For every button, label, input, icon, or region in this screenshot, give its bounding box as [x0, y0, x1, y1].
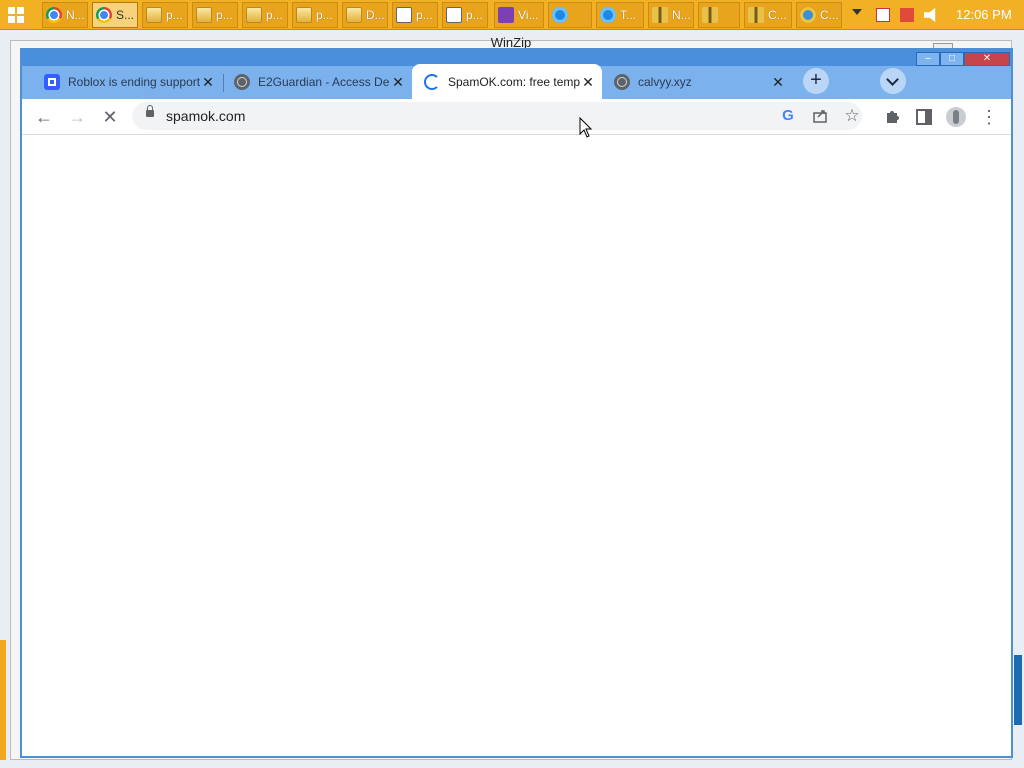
- window-icon: [396, 7, 412, 23]
- chrome-icon: [46, 7, 62, 23]
- loading-spinner-icon: [424, 73, 440, 90]
- close-tab-icon[interactable]: ✕: [770, 74, 786, 90]
- more-menu-icon[interactable]: ⋮: [977, 105, 1001, 129]
- control-panel-icon: [800, 7, 816, 23]
- zip-icon: [652, 7, 668, 23]
- folder-icon: [196, 7, 212, 23]
- taskbar-button[interactable]: C...: [744, 2, 792, 28]
- taskbar-button-label: p...: [166, 8, 183, 22]
- taskbar-button-label: C...: [768, 8, 787, 22]
- lock-icon[interactable]: [146, 105, 154, 117]
- taskbar-button[interactable]: N...: [648, 2, 694, 28]
- ie-icon: [552, 7, 568, 23]
- taskbar-button-label: S...: [116, 8, 135, 22]
- taskbar-button-label: p...: [216, 8, 233, 22]
- taskbar-button-label: N...: [672, 8, 691, 22]
- new-tab-button[interactable]: +: [803, 68, 829, 94]
- system-clock[interactable]: 12:06 PM: [956, 7, 1012, 22]
- url-text[interactable]: spamok.com: [166, 108, 245, 124]
- tab-strip: – □ ✕ Roblox is ending support ✕ E2Guard…: [22, 50, 1011, 99]
- google-lens-icon[interactable]: G: [780, 108, 796, 124]
- windows-start-icon[interactable]: [8, 7, 24, 23]
- tab-spamok[interactable]: SpamOK.com: free temporary ✕: [412, 64, 602, 99]
- forward-arrow-icon[interactable]: →: [65, 105, 89, 129]
- maximize-button[interactable]: □: [940, 52, 964, 66]
- close-tab-icon[interactable]: ✕: [200, 74, 216, 90]
- mouse-cursor-icon: [579, 117, 593, 138]
- tab-title: SpamOK.com: free temporary: [448, 74, 580, 89]
- tab-title: calvyy.xyz: [638, 74, 692, 89]
- background-desktop-strip: [0, 640, 6, 760]
- taskbar-button-label: Vi...: [518, 8, 539, 22]
- taskbar-button[interactable]: T...: [596, 2, 644, 28]
- taskbar-button-label: p...: [316, 8, 333, 22]
- close-window-button[interactable]: ✕: [964, 52, 1010, 66]
- taskbar-button[interactable]: p...: [242, 2, 288, 28]
- browser-toolbar: ← → ✕ spamok.com G ☆ ⋮: [22, 99, 1011, 135]
- globe-icon: [234, 73, 250, 90]
- taskbar-button[interactable]: p...: [442, 2, 488, 28]
- taskbar-button-label: D...: [366, 8, 385, 22]
- bookmark-star-icon[interactable]: ☆: [842, 106, 862, 126]
- window-controls: – □ ✕: [916, 52, 1011, 67]
- taskbar-button[interactable]: Vi...: [494, 2, 544, 28]
- side-panel-icon[interactable]: [912, 105, 936, 129]
- taskbar-button-label: C...: [820, 8, 839, 22]
- tab-e2guardian[interactable]: E2Guardian - Access Denied ✕: [222, 64, 412, 99]
- taskbar-button[interactable]: [548, 2, 592, 28]
- profile-avatar-icon[interactable]: [946, 107, 966, 127]
- taskbar-button-label: p...: [416, 8, 433, 22]
- page-content: [22, 135, 1011, 756]
- folder-icon: [146, 7, 162, 23]
- taskbar-button[interactable]: [698, 2, 740, 28]
- folder-icon: [296, 7, 312, 23]
- taskbar-button-label: N...: [66, 8, 85, 22]
- background-desktop-strip: [1014, 655, 1022, 725]
- ie-icon: [600, 7, 616, 23]
- tab-title: E2Guardian - Access Denied: [258, 74, 390, 89]
- address-bar[interactable]: spamok.com G ☆: [132, 102, 862, 130]
- globe-icon: [614, 73, 630, 90]
- tab-roblox[interactable]: Roblox is ending support ✕: [32, 64, 222, 99]
- taskbar: N... S... p... p... p... p... D... p... p... Vi..…: [0, 0, 1024, 30]
- close-tab-icon[interactable]: ✕: [580, 74, 596, 90]
- taskbar-button-label: T...: [620, 8, 637, 22]
- taskbar-button[interactable]: S...: [92, 2, 138, 28]
- security-flag-icon[interactable]: [900, 8, 914, 22]
- extensions-puzzle-icon[interactable]: [880, 105, 904, 129]
- taskbar-button[interactable]: C...: [796, 2, 842, 28]
- download-folder-icon: [346, 7, 362, 23]
- volume-muted-icon[interactable]: [924, 8, 936, 22]
- close-tab-icon[interactable]: ✕: [390, 74, 406, 90]
- zip-icon: [748, 7, 764, 23]
- taskbar-button[interactable]: p...: [392, 2, 438, 28]
- taskbar-button[interactable]: p...: [192, 2, 238, 28]
- chrome-icon: [96, 7, 112, 23]
- taskbar-button[interactable]: p...: [292, 2, 338, 28]
- share-icon[interactable]: [812, 108, 828, 124]
- zip-icon: [702, 7, 718, 23]
- taskbar-button[interactable]: N...: [42, 2, 88, 28]
- visual-studio-icon: [498, 7, 514, 23]
- roblox-icon: [44, 73, 60, 90]
- back-arrow-icon[interactable]: ←: [32, 105, 56, 129]
- taskbar-button-label: p...: [466, 8, 483, 22]
- taskbar-button-label: p...: [266, 8, 283, 22]
- minimize-button[interactable]: –: [916, 52, 940, 66]
- tab-calvyy[interactable]: calvyy.xyz ✕: [602, 64, 792, 99]
- stop-loading-icon[interactable]: ✕: [98, 105, 122, 129]
- tab-search-chevron-icon[interactable]: [880, 68, 906, 94]
- taskbar-button[interactable]: D...: [342, 2, 388, 28]
- system-tray: 12:06 PM: [846, 0, 1024, 30]
- folder-icon: [246, 7, 262, 23]
- image-editor-icon: [446, 7, 462, 23]
- tab-title: Roblox is ending support: [68, 74, 200, 89]
- taskbar-button[interactable]: p...: [142, 2, 188, 28]
- network-error-icon[interactable]: [876, 8, 890, 22]
- show-hidden-icons-chevron-icon[interactable]: [852, 9, 862, 15]
- browser-window: – □ ✕ Roblox is ending support ✕ E2Guard…: [20, 48, 1013, 758]
